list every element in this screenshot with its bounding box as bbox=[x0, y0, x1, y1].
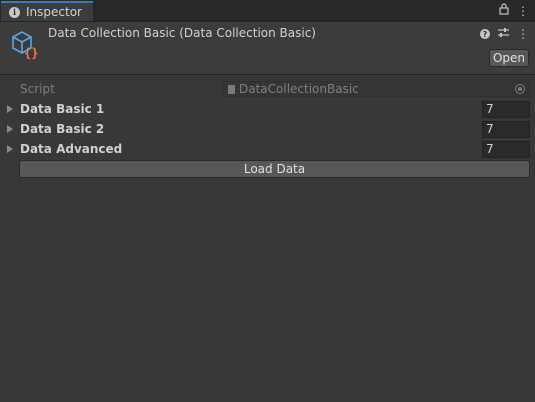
tab-inspector[interactable]: i Inspector bbox=[1, 1, 93, 21]
field-label[interactable]: Data Advanced bbox=[20, 142, 122, 156]
load-data-button[interactable]: Load Data bbox=[19, 160, 530, 178]
script-component-icon: {} bbox=[12, 31, 38, 59]
tab-bar: i Inspector ⋮ bbox=[0, 0, 535, 22]
field-label[interactable]: Data Basic 2 bbox=[20, 122, 104, 136]
field-row: Data Basic 2 7 bbox=[0, 120, 535, 138]
script-value: DataCollectionBasic bbox=[239, 82, 359, 96]
foldout-arrow-icon[interactable] bbox=[7, 105, 13, 113]
script-label: Script bbox=[20, 82, 55, 96]
script-file-icon bbox=[228, 84, 235, 94]
menu-icon[interactable]: ⋮ bbox=[517, 4, 529, 18]
tab-tools: ⋮ bbox=[499, 3, 529, 18]
script-field[interactable]: DataCollectionBasic bbox=[222, 81, 530, 97]
field-size-input[interactable]: 7 bbox=[482, 100, 530, 118]
object-picker-icon[interactable] bbox=[515, 84, 525, 94]
field-row: Data Advanced 7 bbox=[0, 140, 535, 158]
svg-text:{}: {} bbox=[24, 46, 38, 59]
script-row: Script DataCollectionBasic bbox=[0, 80, 535, 98]
preset-icon[interactable] bbox=[498, 27, 509, 41]
foldout-arrow-icon[interactable] bbox=[7, 125, 13, 133]
info-icon: i bbox=[9, 6, 20, 18]
foldout-arrow-icon[interactable] bbox=[7, 145, 13, 153]
menu-icon[interactable]: ⋮ bbox=[517, 27, 529, 41]
component-title: Data Collection Basic (Data Collection B… bbox=[48, 26, 316, 40]
help-icon[interactable]: ? bbox=[480, 29, 490, 39]
lock-icon[interactable] bbox=[499, 3, 509, 18]
component-header: {} Data Collection Basic (Data Collectio… bbox=[0, 22, 535, 75]
inspector-window: i Inspector ⋮ {} Data Collection Basic (… bbox=[0, 0, 535, 402]
field-row: Data Basic 1 7 bbox=[0, 100, 535, 118]
field-size-input[interactable]: 7 bbox=[482, 140, 530, 158]
field-label[interactable]: Data Basic 1 bbox=[20, 102, 104, 116]
tab-label: Inspector bbox=[26, 5, 82, 19]
field-size-input[interactable]: 7 bbox=[482, 120, 530, 138]
open-button[interactable]: Open bbox=[489, 49, 529, 67]
header-tools: ? ⋮ bbox=[480, 27, 529, 41]
